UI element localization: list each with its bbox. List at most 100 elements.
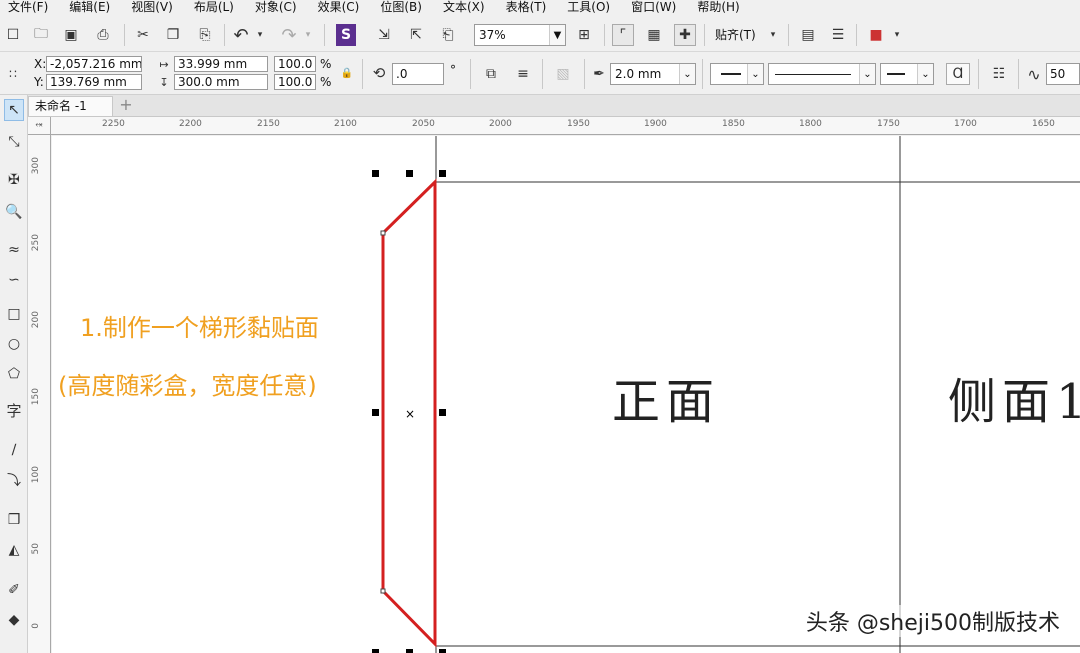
x-position-field[interactable]: -2,057.216 mm — [46, 56, 142, 72]
toolbar-separator — [224, 24, 225, 46]
percent-label: % — [320, 57, 332, 71]
welcome-screen-icon[interactable]: ▤ — [798, 25, 818, 45]
menu-table[interactable]: 表格(T) — [506, 0, 547, 14]
publish-pdf-icon[interactable]: ⎗ — [438, 25, 458, 45]
polygon-tool-icon[interactable]: ⬠ — [4, 363, 24, 385]
show-rulers-icon[interactable]: ⌜ — [612, 24, 634, 46]
menu-help[interactable]: 帮助(H) — [697, 0, 739, 14]
chevron-down-icon[interactable]: ⌄ — [747, 64, 763, 84]
to-curve-icon[interactable]: ▧ — [552, 63, 574, 85]
menu-tools[interactable]: 工具(O) — [567, 0, 610, 14]
shape-tool-icon[interactable]: ⤡ — [4, 131, 24, 153]
copy-icon[interactable]: ❐ — [164, 25, 182, 45]
paste-icon[interactable]: ⎘ — [196, 25, 214, 45]
chevron-down-icon[interactable]: ▼ — [549, 25, 565, 45]
options-icon[interactable]: ☰ — [828, 25, 848, 45]
text-tool-icon[interactable]: 字 — [4, 399, 24, 421]
full-screen-preview-icon[interactable]: ⊞ — [574, 25, 594, 45]
selection-handle[interactable] — [372, 649, 379, 653]
document-tab[interactable]: 未命名 -1 — [28, 96, 113, 116]
selection-handle[interactable] — [372, 170, 379, 177]
launcher-icon[interactable]: ■ — [866, 25, 886, 45]
chevron-down-icon[interactable]: ⌄ — [679, 64, 695, 84]
zoom-tool-icon[interactable]: 🔍 — [4, 201, 24, 223]
selection-handle[interactable] — [439, 409, 446, 416]
corel-connect-icon[interactable]: S — [336, 24, 356, 46]
smoothing-field[interactable]: 50 — [1046, 63, 1080, 85]
connector-tool-icon[interactable]: ⤵ — [4, 469, 24, 491]
toolbar-separator — [604, 24, 605, 46]
lock-ratio-icon[interactable]: 🔒 — [340, 65, 354, 81]
mirror-vertical-icon[interactable]: ≡ — [512, 63, 534, 85]
ruler-tick: 1750 — [877, 119, 900, 129]
undo-dropdown-icon[interactable]: ▾ — [254, 25, 266, 45]
eyedropper-icon[interactable]: ✐ — [4, 579, 24, 601]
show-grid-icon[interactable]: ▦ — [644, 25, 664, 45]
save-icon[interactable]: ▣ — [62, 25, 80, 45]
new-tab-icon[interactable]: + — [118, 97, 134, 113]
menu-layout[interactable]: 布局(L) — [194, 0, 234, 14]
parallel-dimension-icon[interactable]: ∕ — [4, 439, 24, 461]
horizontal-ruler[interactable]: 2250 2200 2150 2100 2050 2000 1950 1900 … — [51, 117, 1080, 135]
start-arrowhead-combo[interactable]: ⌄ — [710, 63, 764, 85]
center-mark-icon[interactable]: × — [405, 407, 415, 421]
selection-handle[interactable] — [439, 170, 446, 177]
end-arrowhead-combo[interactable]: ⌄ — [880, 63, 934, 85]
ruler-tick: 2150 — [257, 119, 280, 129]
redo-icon[interactable]: ↷ — [280, 25, 298, 46]
line-style-icon — [775, 73, 851, 75]
pick-tool-icon[interactable]: ↖ — [4, 99, 24, 121]
drawing-canvas[interactable]: × 1.制作一个梯形黏贴面 (高度随彩盒，宽度任意) 正面 侧面1 头条 @sh… — [52, 136, 1080, 653]
selection-handle[interactable] — [439, 649, 446, 653]
artistic-media-icon[interactable]: ∽ — [4, 269, 24, 291]
selection-handle[interactable] — [372, 409, 379, 416]
show-guidelines-icon[interactable]: ✚ — [674, 24, 696, 46]
transparency-tool-icon[interactable]: ◭ — [4, 539, 24, 561]
ruler-origin-icon[interactable]: ⬾ — [28, 117, 51, 135]
wrap-text-icon[interactable]: ☷ — [988, 63, 1010, 85]
height-field[interactable]: 300.0 mm — [174, 74, 268, 90]
interactive-fill-icon[interactable]: ◆ — [4, 609, 24, 631]
snap-to-label[interactable]: 贴齐(T) — [715, 28, 756, 42]
menu-view[interactable]: 视图(V) — [131, 0, 173, 14]
open-folder-icon[interactable]: 🗀 — [32, 25, 50, 45]
close-curve-icon[interactable]: Ɑ — [946, 63, 970, 85]
cut-icon[interactable]: ✂ — [134, 25, 152, 45]
scale-height-field[interactable]: 100.0 — [274, 74, 316, 90]
rotation-angle-field[interactable]: .0 — [392, 63, 444, 85]
menu-file[interactable]: 文件(F) — [8, 0, 48, 14]
import-icon[interactable]: ⇲ — [374, 25, 394, 45]
menu-effects[interactable]: 效果(C) — [318, 0, 360, 14]
object-origin-icon[interactable]: ∷ — [4, 63, 22, 85]
redo-dropdown-icon[interactable]: ▾ — [302, 25, 314, 45]
y-position-field[interactable]: 139.769 mm — [46, 74, 142, 90]
outline-width-combo[interactable]: 2.0 mm ⌄ — [610, 63, 696, 85]
chevron-down-icon[interactable]: ⌄ — [917, 64, 933, 84]
selection-handle[interactable] — [406, 170, 413, 177]
rectangle-tool-icon[interactable]: □ — [4, 303, 24, 325]
selection-handle[interactable] — [406, 649, 413, 653]
ellipse-tool-icon[interactable]: ○ — [4, 333, 24, 355]
width-field[interactable]: 33.999 mm — [174, 56, 268, 72]
crop-tool-icon[interactable]: ✠ — [4, 169, 24, 191]
export-icon[interactable]: ⇱ — [406, 25, 426, 45]
new-document-icon[interactable]: ☐ — [4, 25, 22, 45]
menu-edit[interactable]: 编辑(E) — [69, 0, 110, 14]
zoom-level-combo[interactable]: 37% ▼ — [474, 24, 566, 46]
drop-shadow-icon[interactable]: ❒ — [4, 509, 24, 531]
chevron-down-icon[interactable]: ⌄ — [859, 64, 875, 84]
print-icon[interactable]: ⎙ — [94, 25, 112, 45]
mirror-horizontal-icon[interactable]: ⧉ — [480, 63, 502, 85]
freehand-tool-icon[interactable]: ≈ — [4, 239, 24, 261]
menu-object[interactable]: 对象(C) — [255, 0, 297, 14]
toolbar-separator — [470, 59, 471, 89]
menu-bitmaps[interactable]: 位图(B) — [380, 0, 422, 14]
undo-icon[interactable]: ↶ — [232, 25, 250, 46]
scale-width-field[interactable]: 100.0 — [274, 56, 316, 72]
vertical-ruler[interactable]: 300 250 200 150 100 50 0 — [28, 135, 51, 653]
launcher-dropdown-icon[interactable]: ▾ — [890, 25, 904, 45]
line-style-combo[interactable]: ⌄ — [768, 63, 876, 85]
menu-text[interactable]: 文本(X) — [443, 0, 485, 14]
menu-window[interactable]: 窗口(W) — [631, 0, 676, 14]
snap-dropdown-icon[interactable]: ▾ — [766, 25, 780, 45]
